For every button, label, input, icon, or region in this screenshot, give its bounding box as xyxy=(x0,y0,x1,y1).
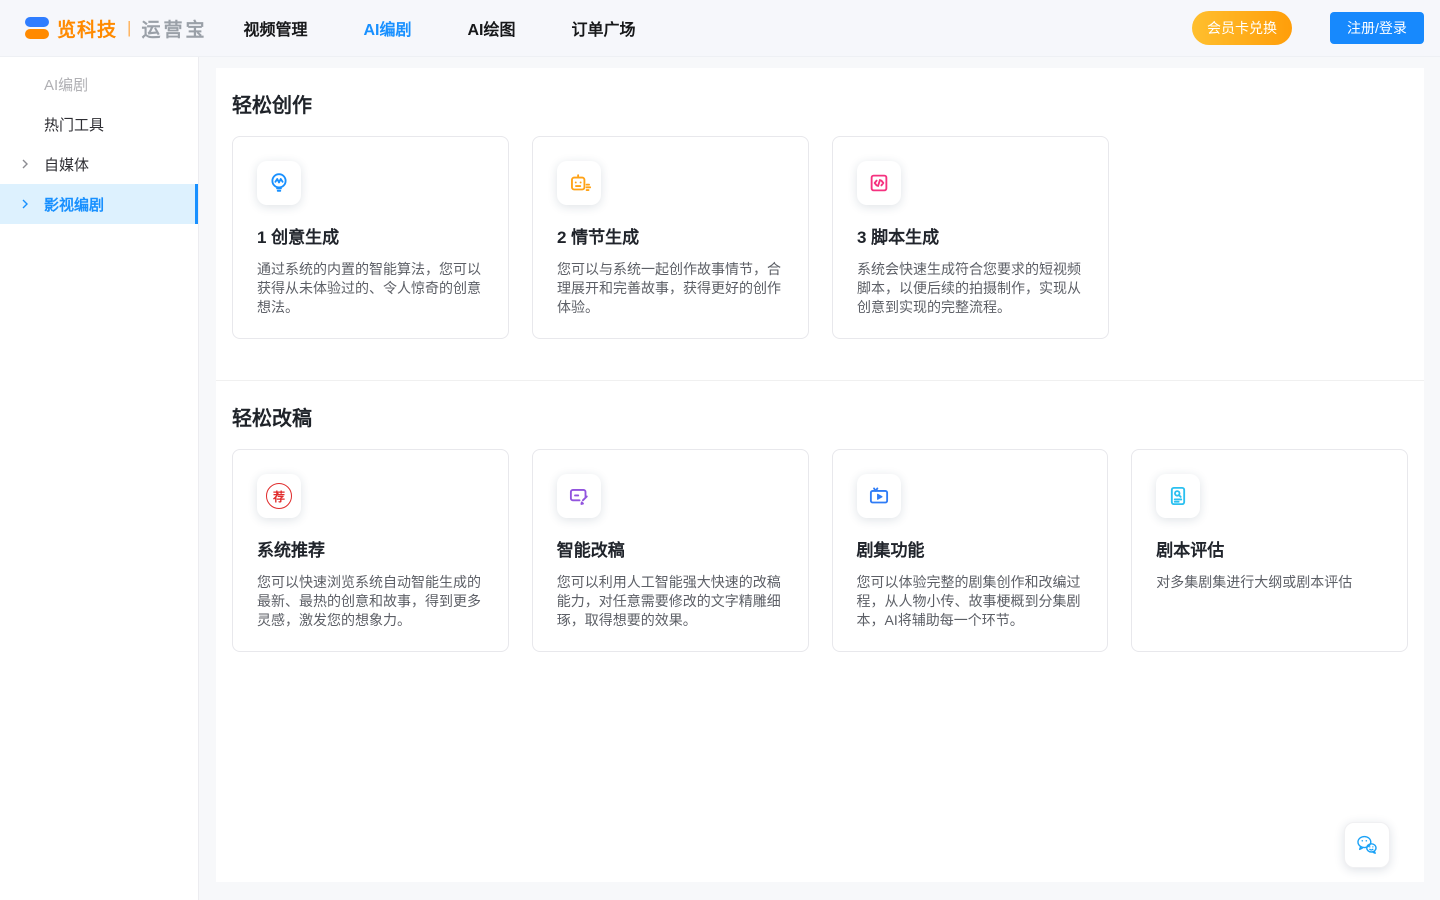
nav-item-order-market[interactable]: 订单广场 xyxy=(572,16,636,40)
card-series-feature[interactable]: 剧集功能 您可以体验完整的剧集创作和改编过程，从人物小传、故事梗概到分集剧本，A… xyxy=(832,449,1109,652)
section-title: 轻松创作 xyxy=(232,89,1408,118)
card-title: 3 脚本生成 xyxy=(857,223,1084,248)
member-card-redeem-button[interactable]: 会员卡兑换 xyxy=(1192,11,1292,45)
card-description: 您可以体验完整的剧集创作和改编过程，从人物小传、故事梗概到分集剧本，AI将辅助每… xyxy=(857,573,1084,630)
code-icon xyxy=(857,161,901,205)
main-nav: 视频管理 AI编剧 AI绘图 订单广场 xyxy=(243,16,691,40)
sidebar-item-label: 热门工具 xyxy=(44,114,104,135)
sidebar: AI编剧 热门工具 自媒体 影视编剧 xyxy=(0,57,199,900)
card-script-evaluation[interactable]: 剧本评估 对多集剧集进行大纲或剧本评估 xyxy=(1131,449,1408,652)
card-title: 剧本评估 xyxy=(1156,536,1383,561)
card-title: 2 情节生成 xyxy=(557,223,784,248)
card-script-generation[interactable]: 3 脚本生成 系统会快速生成符合您要求的短视频脚本，以便后续的拍摄制作，实现从创… xyxy=(832,136,1109,339)
register-login-button[interactable]: 注册/登录 xyxy=(1330,12,1424,44)
recommend-seal-icon: 荐 xyxy=(257,474,301,518)
navbar-actions: 会员卡兑换 注册/登录 xyxy=(1192,11,1424,45)
bulb-icon xyxy=(257,161,301,205)
card-title: 智能改稿 xyxy=(557,536,784,561)
sidebar-group-label: AI编剧 xyxy=(44,74,88,95)
main-content: 轻松创作 1 创意生成 通过系统的内置的智能算法，您可以获得从未体验过的、令人惊… xyxy=(216,68,1424,882)
robot-icon xyxy=(557,161,601,205)
section-title: 轻松改稿 xyxy=(232,402,1408,431)
nav-item-ai-screenwriting[interactable]: AI编剧 xyxy=(363,16,411,40)
sidebar-item-label: 影视编剧 xyxy=(44,194,104,215)
sidebar-group-ai-screenwriting: AI编剧 xyxy=(0,64,198,104)
top-navbar: 览科技 | 运营宝 视频管理 AI编剧 AI绘图 订单广场 会员卡兑换 注册/登… xyxy=(0,0,1440,57)
card-description: 您可以利用人工智能强大快速的改稿能力，对任意需要修改的文字精雕细琢，取得想要的效… xyxy=(557,573,784,630)
chevron-right-icon xyxy=(19,158,31,170)
wechat-icon xyxy=(1353,831,1381,859)
nav-item-video-management[interactable]: 视频管理 xyxy=(243,16,307,40)
seal-glyph: 荐 xyxy=(266,483,292,509)
chevron-right-icon xyxy=(19,198,31,210)
card-title: 1 创意生成 xyxy=(257,223,484,248)
sidebar-item-label: 自媒体 xyxy=(44,154,89,175)
card-row: 荐 系统推荐 您可以快速浏览系统自动智能生成的最新、最热的创意和故事，得到更多灵… xyxy=(232,449,1408,652)
card-description: 您可以快速浏览系统自动智能生成的最新、最热的创意和故事，得到更多灵感，激发您的想… xyxy=(257,573,484,630)
card-title: 剧集功能 xyxy=(857,536,1084,561)
brand-name-primary: 览科技 xyxy=(57,15,117,42)
nav-item-ai-drawing[interactable]: AI绘图 xyxy=(467,16,515,40)
brand-divider: | xyxy=(127,18,131,38)
doc-search-icon xyxy=(1156,474,1200,518)
card-idea-generation[interactable]: 1 创意生成 通过系统的内置的智能算法，您可以获得从未体验过的、令人惊奇的创意想… xyxy=(232,136,509,339)
logo-icon xyxy=(25,17,49,39)
card-smart-revision[interactable]: 智能改稿 您可以利用人工智能强大快速的改稿能力，对任意需要修改的文字精雕细琢，取… xyxy=(532,449,809,652)
section-easy-revision: 轻松改稿 荐 系统推荐 您可以快速浏览系统自动智能生成的最新、最热的创意和故事，… xyxy=(216,381,1424,652)
card-system-recommendation[interactable]: 荐 系统推荐 您可以快速浏览系统自动智能生成的最新、最热的创意和故事，得到更多灵… xyxy=(232,449,509,652)
edit-doc-icon xyxy=(557,474,601,518)
sidebar-item-film-tv-screenwriting[interactable]: 影视编剧 xyxy=(0,184,198,224)
wechat-contact-button[interactable] xyxy=(1344,822,1390,868)
section-easy-creation: 轻松创作 1 创意生成 通过系统的内置的智能算法，您可以获得从未体验过的、令人惊… xyxy=(216,68,1424,339)
card-description: 通过系统的内置的智能算法，您可以获得从未体验过的、令人惊奇的创意想法。 xyxy=(257,260,484,317)
card-row: 1 创意生成 通过系统的内置的智能算法，您可以获得从未体验过的、令人惊奇的创意想… xyxy=(232,136,1408,339)
brand-logo[interactable]: 览科技 | 运营宝 xyxy=(25,15,207,42)
card-title: 系统推荐 xyxy=(257,536,484,561)
card-description: 您可以与系统一起创作故事情节，合理展开和完善故事，获得更好的创作体验。 xyxy=(557,260,784,317)
card-plot-generation[interactable]: 2 情节生成 您可以与系统一起创作故事情节，合理展开和完善故事，获得更好的创作体… xyxy=(532,136,809,339)
sidebar-item-hot-tools[interactable]: 热门工具 xyxy=(0,104,198,144)
brand-name-secondary: 运营宝 xyxy=(141,15,207,42)
tv-play-icon xyxy=(857,474,901,518)
card-description: 对多集剧集进行大纲或剧本评估 xyxy=(1156,573,1383,592)
sidebar-item-we-media[interactable]: 自媒体 xyxy=(0,144,198,184)
card-description: 系统会快速生成符合您要求的短视频脚本，以便后续的拍摄制作，实现从创意到实现的完整… xyxy=(857,260,1084,317)
